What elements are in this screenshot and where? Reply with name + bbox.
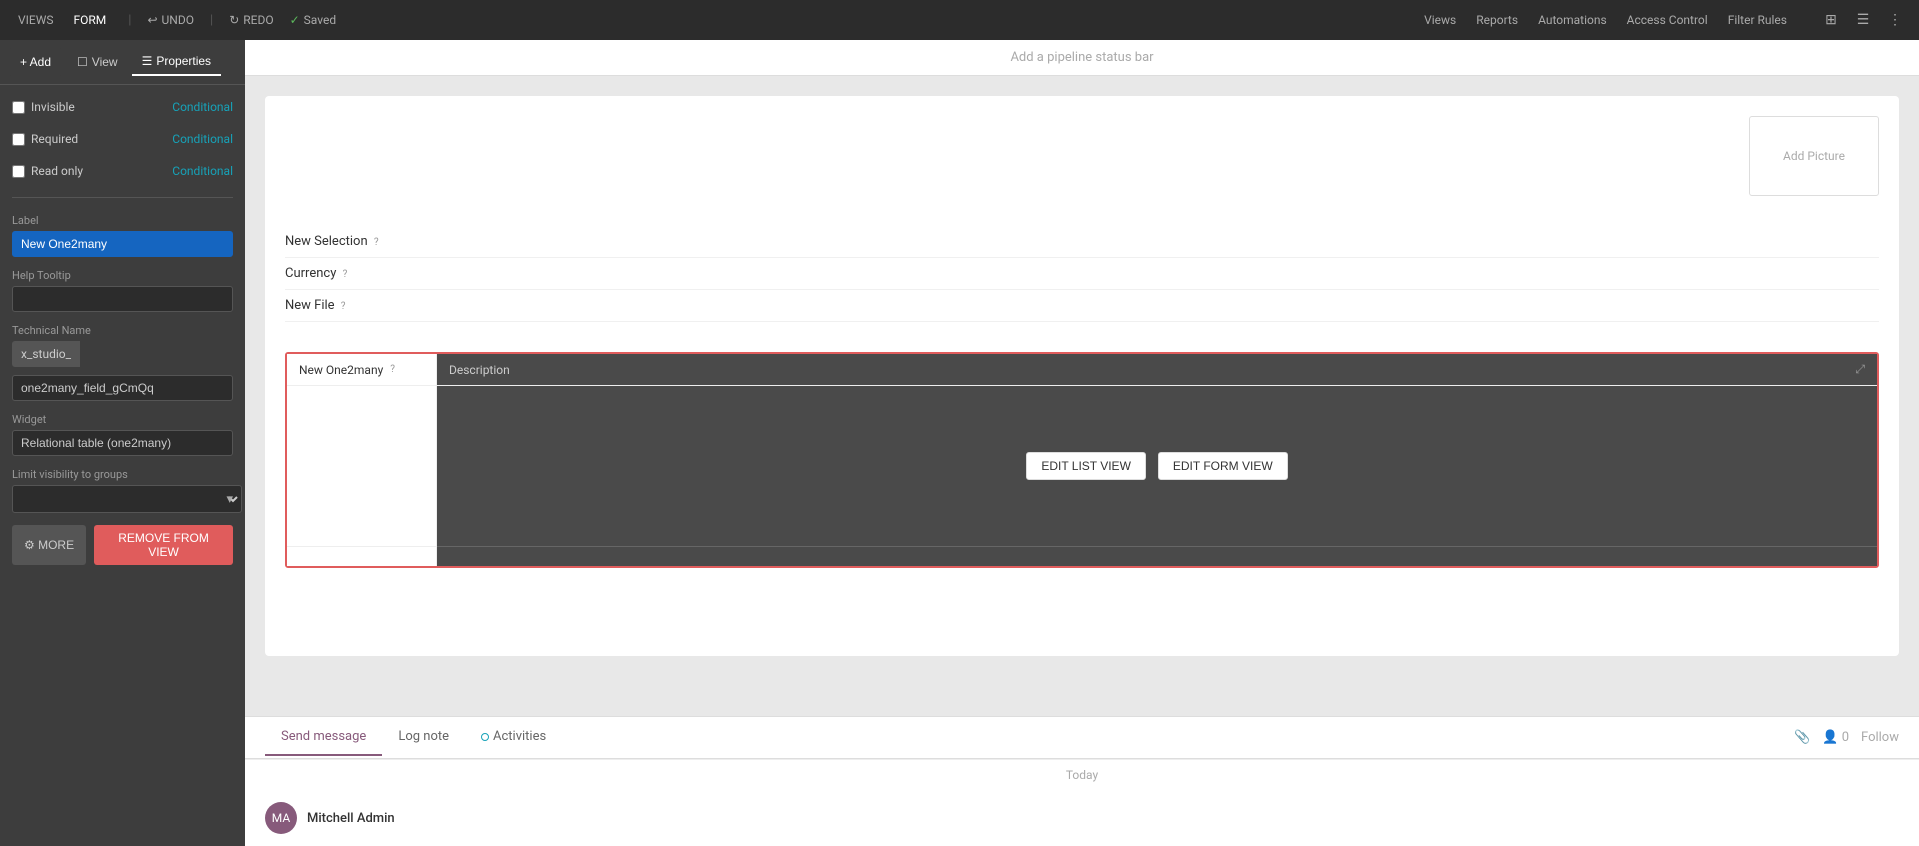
view-button[interactable]: ☐ View — [67, 48, 128, 76]
form-header-area: Add Picture — [265, 96, 1899, 216]
undo-button[interactable]: ↩ UNDO — [147, 13, 194, 27]
follow-button[interactable]: Follow — [1861, 730, 1899, 745]
top-navbar: VIEWS FORM | ↩ UNDO | ↻ REDO ✓ Saved Vie… — [0, 0, 1919, 40]
properties-button[interactable]: ☰ Properties — [132, 48, 221, 76]
sidebar-actions: ⚙ MORE REMOVE FROM VIEW — [0, 525, 245, 577]
form-canvas: Add Picture New Selection ? Currency ? — [245, 76, 1919, 716]
new-selection-label: New Selection ? — [285, 234, 465, 249]
visibility-select[interactable] — [12, 485, 242, 513]
label-field-label: Label — [12, 214, 233, 227]
new-selection-tooltip-icon[interactable]: ? — [374, 237, 379, 248]
chatter-right-actions: 📎 👤 0 Follow — [1794, 730, 1899, 745]
today-divider: Today — [245, 759, 1919, 790]
views-nav-link[interactable]: VIEWS — [12, 9, 60, 31]
more-button[interactable]: ⚙ MORE — [12, 525, 86, 565]
new-file-tooltip-icon[interactable]: ? — [341, 301, 346, 312]
currency-label: Currency ? — [285, 266, 465, 281]
one2many-col2-header: Description ⤢ — [437, 354, 1877, 386]
tab-send-message[interactable]: Send message — [265, 719, 382, 756]
readonly-checkbox[interactable] — [12, 165, 25, 178]
visibility-label: Limit visibility to groups — [12, 468, 233, 481]
form-card: Add Picture New Selection ? Currency ? — [265, 96, 1899, 656]
tab-log-note[interactable]: Log note — [382, 719, 465, 756]
main-layout: + Add ☐ View ☰ Properties Invisible Cond… — [0, 40, 1919, 846]
attachment-icon[interactable]: 📎 — [1794, 730, 1810, 745]
new-file-label: New File ? — [285, 298, 465, 313]
one2many-footer-left — [287, 546, 437, 566]
one2many-col1-tooltip[interactable]: ? — [390, 364, 395, 375]
invisible-conditional-tag[interactable]: Conditional — [172, 100, 233, 114]
visibility-group: Limit visibility to groups ▾ — [12, 468, 233, 513]
form-nav-link[interactable]: FORM — [68, 9, 113, 31]
tab-activities[interactable]: Activities — [465, 719, 562, 756]
required-conditional-tag[interactable]: Conditional — [172, 132, 233, 146]
invisible-checkbox-label[interactable]: Invisible — [12, 100, 75, 114]
pipeline-bar[interactable]: Add a pipeline status bar — [245, 40, 1919, 76]
saved-status: ✓ Saved — [290, 13, 337, 27]
chatter-tabs: Send message Log note Activities 📎 👤 0 F… — [245, 717, 1919, 759]
one2many-body: EDIT LIST VIEW EDIT FORM VIEW — [287, 386, 1877, 546]
one2many-footer-right — [437, 546, 1877, 566]
user-name: Mitchell Admin — [307, 811, 395, 826]
widget-label: Widget — [12, 413, 233, 426]
automations-link[interactable]: Automations — [1538, 13, 1607, 27]
edit-list-view-button[interactable]: EDIT LIST VIEW — [1026, 452, 1146, 480]
properties-panel: Invisible Conditional Required Condition… — [0, 85, 245, 525]
help-tooltip-input[interactable] — [12, 286, 233, 312]
table-row: New Selection ? — [285, 226, 1879, 258]
filter-rules-link[interactable]: Filter Rules — [1728, 13, 1787, 27]
avatar: MA — [265, 802, 297, 834]
technical-name-label: Technical Name — [12, 324, 233, 337]
reports-link[interactable]: Reports — [1476, 13, 1518, 27]
table-row: Currency ? — [285, 258, 1879, 290]
form-fields: New Selection ? Currency ? New File — [265, 216, 1899, 342]
readonly-conditional-tag[interactable]: Conditional — [172, 164, 233, 178]
add-picture-button[interactable]: Add Picture — [1749, 116, 1879, 196]
one2many-right-col: EDIT LIST VIEW EDIT FORM VIEW — [437, 386, 1877, 546]
followers-count[interactable]: 👤 0 — [1822, 730, 1849, 745]
one2many-footer — [287, 546, 1877, 566]
widget-select[interactable]: Relational table (one2many) — [12, 430, 233, 456]
conditional-required-row: Required Conditional — [12, 129, 233, 149]
more-icon[interactable]: ⋮ — [1883, 8, 1907, 32]
readonly-checkbox-label[interactable]: Read only — [12, 164, 83, 178]
one2many-header: New One2many ? Description ⤢ — [287, 354, 1877, 386]
table-row: New File ? — [285, 290, 1879, 322]
label-field-group: Label New One2many — [12, 214, 233, 257]
required-checkbox-label[interactable]: Required — [12, 132, 78, 146]
activities-dot-icon — [481, 733, 489, 741]
edit-form-view-button[interactable]: EDIT FORM VIEW — [1158, 452, 1288, 480]
help-tooltip-group: Help Tooltip — [12, 269, 233, 312]
views-link[interactable]: Views — [1424, 13, 1456, 27]
one2many-expand-icon[interactable]: ⤢ — [1855, 362, 1865, 377]
one2many-left-col — [287, 386, 437, 546]
technical-name-group: Technical Name x_studio_ one2many_field_… — [12, 324, 233, 401]
conditional-invisible-row: Invisible Conditional — [12, 97, 233, 117]
sidebar-top-buttons: + Add ☐ View ☰ Properties — [0, 40, 245, 85]
content-area: Add a pipeline status bar Add Picture Ne… — [245, 40, 1919, 846]
one2many-table: New One2many ? Description ⤢ EDIT LIST V… — [285, 352, 1879, 568]
technical-name-suffix-input[interactable]: one2many_field_gCmQq — [12, 375, 233, 401]
required-checkbox[interactable] — [12, 133, 25, 146]
technical-name-prefix: x_studio_ — [12, 341, 80, 367]
conditional-readonly-row: Read only Conditional — [12, 161, 233, 181]
chatter-area: Send message Log note Activities 📎 👤 0 F… — [245, 716, 1919, 846]
currency-tooltip-icon[interactable]: ? — [343, 269, 348, 280]
list-icon[interactable]: ☰ — [1851, 8, 1875, 32]
grid-icon[interactable]: ⊞ — [1819, 8, 1843, 32]
one2many-col1-header: New One2many ? — [287, 354, 437, 386]
chatter-body: MA Mitchell Admin — [245, 790, 1919, 846]
invisible-checkbox[interactable] — [12, 101, 25, 114]
access-control-link[interactable]: Access Control — [1627, 13, 1708, 27]
label-input[interactable]: New One2many — [12, 231, 233, 257]
widget-group: Widget Relational table (one2many) — [12, 413, 233, 456]
help-tooltip-label: Help Tooltip — [12, 269, 233, 282]
remove-from-view-button[interactable]: REMOVE FROM VIEW — [94, 525, 233, 565]
redo-button[interactable]: ↻ REDO — [229, 13, 273, 27]
left-sidebar: + Add ☐ View ☰ Properties Invisible Cond… — [0, 40, 245, 846]
add-button[interactable]: + Add — [8, 48, 63, 76]
